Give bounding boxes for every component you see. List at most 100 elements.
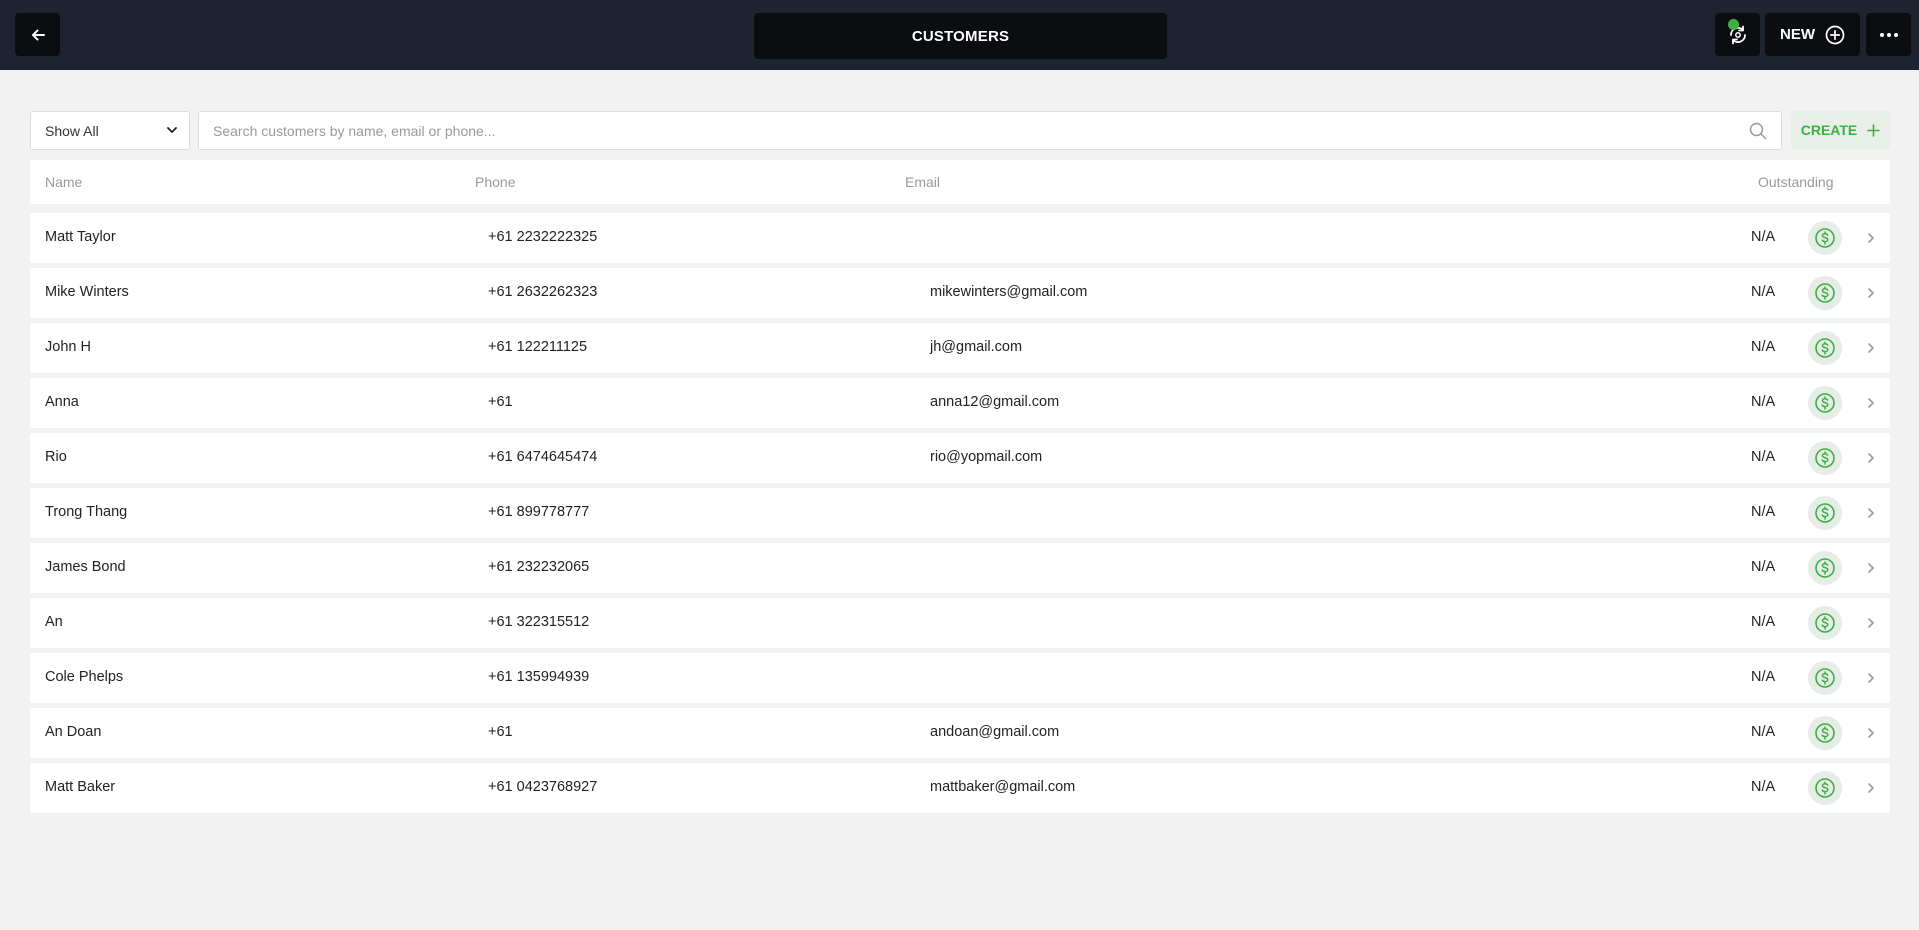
table-row[interactable]: An +61 322315512 N/A — [30, 598, 1890, 648]
customer-email: mattbaker@gmail.com — [930, 779, 1076, 795]
column-header-outstanding[interactable]: Outstanding — [1758, 174, 1834, 190]
payment-button[interactable] — [1808, 716, 1842, 750]
row-open-chevron[interactable] — [1863, 560, 1879, 576]
payment-button[interactable] — [1808, 331, 1842, 365]
payment-button[interactable] — [1808, 276, 1842, 310]
payment-button[interactable] — [1808, 606, 1842, 640]
row-open-chevron[interactable] — [1863, 670, 1879, 686]
payment-button[interactable] — [1808, 386, 1842, 420]
row-open-chevron[interactable] — [1863, 285, 1879, 301]
customer-phone: +61 135994939 — [488, 669, 590, 685]
customer-name: An — [45, 614, 63, 630]
customer-name: Trong Thang — [45, 504, 128, 520]
customer-email: andoan@gmail.com — [930, 724, 1060, 740]
customer-name: An Doan — [45, 724, 102, 740]
chevron-right-icon — [1868, 398, 1874, 408]
chevron-down-icon — [167, 127, 177, 133]
customer-name: Anna — [45, 394, 79, 410]
customer-phone: +61 232232065 — [488, 559, 590, 575]
column-header-email[interactable]: Email — [905, 174, 940, 190]
chevron-right-icon — [1868, 783, 1874, 793]
table-row[interactable]: John H +61 122211125 jh@gmail.com N/A — [30, 323, 1890, 373]
table-row[interactable]: Cole Phelps +61 135994939 N/A — [30, 653, 1890, 703]
payment-button[interactable] — [1808, 551, 1842, 585]
customers-table-body: Matt Taylor +61 2232222325 N/A Mike Winters… — [30, 213, 1890, 818]
customer-phone: +61 6474645474 — [488, 449, 598, 465]
column-header-phone[interactable]: Phone — [475, 174, 515, 190]
customer-phone: +61 2632262323 — [488, 284, 598, 300]
customer-name: Rio — [45, 449, 67, 465]
table-row[interactable]: Matt Baker +61 0423768927 mattbaker@gmail.… — [30, 763, 1890, 813]
chevron-right-icon — [1868, 508, 1874, 518]
table-row[interactable]: Trong Thang +61 899778777 N/A — [30, 488, 1890, 538]
dollar-circle-icon — [1815, 778, 1835, 798]
customer-outstanding: N/A — [1751, 724, 1776, 740]
payment-button[interactable] — [1808, 221, 1842, 255]
customer-outstanding: N/A — [1751, 339, 1776, 355]
row-open-chevron[interactable] — [1863, 230, 1879, 246]
row-open-chevron[interactable] — [1863, 725, 1879, 741]
more-options-button[interactable] — [1866, 13, 1911, 56]
customer-outstanding: N/A — [1751, 614, 1776, 630]
customer-phone: +61 — [488, 394, 513, 410]
customer-outstanding: N/A — [1751, 669, 1776, 685]
customer-outstanding: N/A — [1751, 394, 1776, 410]
customer-name: John H — [45, 339, 91, 355]
row-open-chevron[interactable] — [1863, 615, 1879, 631]
customer-filter-select[interactable]: Show All — [30, 111, 190, 150]
create-button-label: CREATE — [1800, 122, 1858, 138]
customer-outstanding: N/A — [1751, 504, 1776, 520]
column-header-name[interactable]: Name — [45, 174, 82, 190]
chevron-right-icon — [1868, 673, 1874, 683]
plus-icon — [1867, 123, 1881, 137]
dollar-circle-icon — [1815, 283, 1835, 303]
row-open-chevron[interactable] — [1863, 780, 1879, 796]
create-customer-button[interactable]: CREATE — [1791, 111, 1890, 149]
row-open-chevron[interactable] — [1863, 450, 1879, 466]
payment-button[interactable] — [1808, 441, 1842, 475]
dollar-circle-icon — [1815, 558, 1835, 578]
new-button[interactable]: NEW — [1765, 13, 1860, 56]
table-row[interactable]: Mike Winters +61 2632262323 mikewinters@gm… — [30, 268, 1890, 318]
dollar-circle-icon — [1815, 228, 1835, 248]
search-icon[interactable] — [1749, 122, 1767, 140]
customer-phone: +61 0423768927 — [488, 779, 598, 795]
customer-outstanding: N/A — [1751, 229, 1776, 245]
customer-outstanding: N/A — [1751, 559, 1776, 575]
back-button[interactable] — [15, 13, 60, 56]
customers-table-header: Name Phone Email Outstanding — [30, 160, 1890, 204]
customer-email: jh@gmail.com — [930, 339, 1023, 355]
customer-phone: +61 — [488, 724, 513, 740]
chevron-right-icon — [1868, 453, 1874, 463]
table-row[interactable]: Anna +61 anna12@gmail.com N/A — [30, 378, 1890, 428]
sync-status-dot — [1728, 19, 1739, 30]
dollar-circle-icon — [1815, 503, 1835, 523]
customer-phone: +61 2232222325 — [488, 229, 598, 245]
dollar-circle-icon — [1815, 448, 1835, 468]
filter-select-value: Show All — [45, 122, 99, 139]
chevron-right-icon — [1868, 233, 1874, 243]
sync-button[interactable] — [1715, 13, 1760, 56]
search-field — [198, 111, 1782, 150]
dollar-circle-icon — [1815, 668, 1835, 688]
table-row[interactable]: Rio +61 6474645474 rio@yopmail.com N/A — [30, 433, 1890, 483]
plus-circle-icon — [1825, 25, 1845, 44]
table-row[interactable]: James Bond +61 232232065 N/A — [30, 543, 1890, 593]
table-row[interactable]: An Doan +61 andoan@gmail.com N/A — [30, 708, 1890, 758]
payment-button[interactable] — [1808, 496, 1842, 530]
search-input[interactable] — [213, 122, 1749, 139]
row-open-chevron[interactable] — [1863, 505, 1879, 521]
row-open-chevron[interactable] — [1863, 340, 1879, 356]
dollar-circle-icon — [1815, 338, 1835, 358]
payment-button[interactable] — [1808, 771, 1842, 805]
chevron-right-icon — [1868, 563, 1874, 573]
row-open-chevron[interactable] — [1863, 395, 1879, 411]
chevron-right-icon — [1868, 343, 1874, 353]
payment-button[interactable] — [1808, 661, 1842, 695]
chevron-right-icon — [1868, 618, 1874, 628]
table-row[interactable]: Matt Taylor +61 2232222325 N/A — [30, 213, 1890, 263]
arrow-left-icon — [31, 29, 45, 40]
new-button-label: NEW — [1780, 26, 1815, 43]
customer-name: James Bond — [45, 559, 126, 575]
top-bar: CUSTOMERS NEW — [0, 0, 1919, 70]
